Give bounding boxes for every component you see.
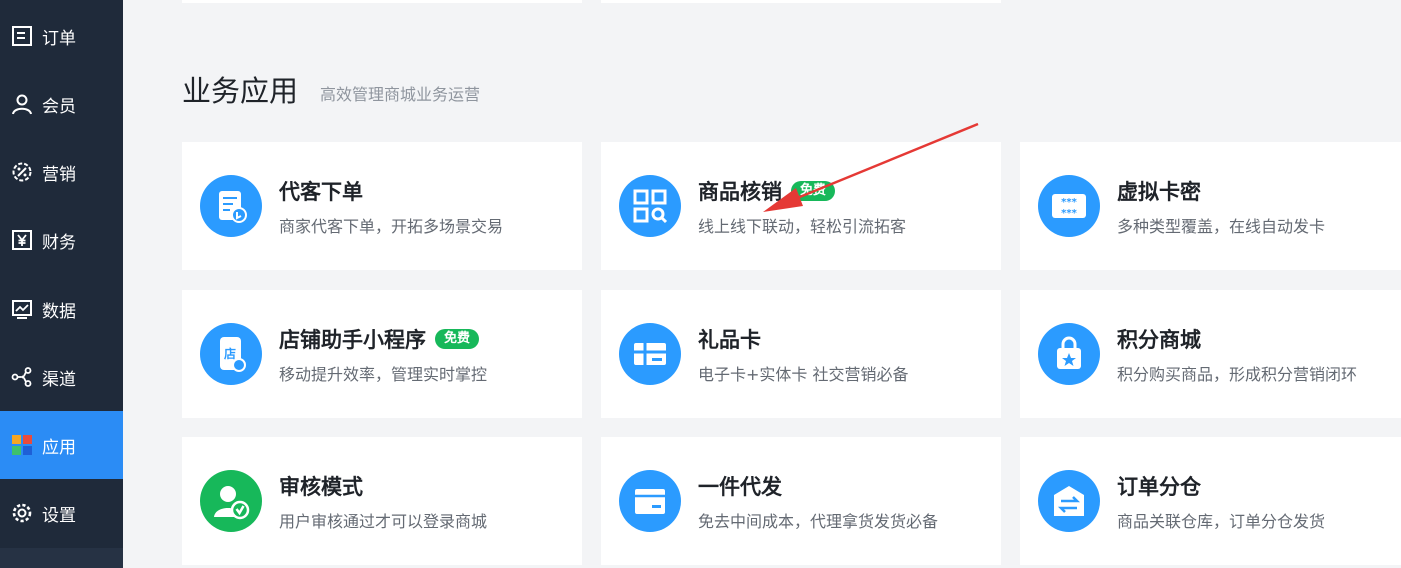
section-title: 业务应用 bbox=[182, 74, 299, 108]
qr-scan-icon bbox=[619, 175, 681, 237]
sidebar-item-label: 营销 bbox=[42, 164, 76, 185]
user-verify-icon bbox=[200, 470, 262, 532]
order-proxy-icon bbox=[200, 175, 262, 237]
sidebar-item-label: 订单 bbox=[42, 28, 76, 49]
app-description: 线上线下联动，轻松引流拓客 bbox=[698, 217, 907, 236]
gear-icon bbox=[11, 502, 33, 524]
dropship-box-icon bbox=[619, 470, 681, 532]
points-bag-icon bbox=[1038, 323, 1100, 385]
app-card-mini-program[interactable]: 店 店铺助手小程序 免费 移动提升效率，管理实时掌控 bbox=[182, 290, 582, 418]
sidebar-item-orders[interactable]: 订单 bbox=[0, 2, 123, 70]
sidebar-item-label: 会员 bbox=[42, 96, 76, 117]
app-title: 店铺助手小程序 免费 bbox=[279, 324, 480, 354]
app-description: 商品关联仓库，订单分仓发货 bbox=[1117, 512, 1326, 531]
app-card-points-mall[interactable]: 积分商城 积分购买商品，形成积分营销闭环 bbox=[1020, 290, 1401, 418]
gift-card-icon bbox=[619, 323, 681, 385]
app-description: 移动提升效率，管理实时掌控 bbox=[279, 365, 488, 384]
free-badge: 免费 bbox=[791, 181, 836, 201]
svg-text:***: *** bbox=[1061, 208, 1077, 219]
sidebar-item-marketing[interactable]: 营销 bbox=[0, 138, 123, 206]
virtual-card-icon: *** *** bbox=[1038, 175, 1100, 237]
app-description: 免去中间成本，代理拿货发货必备 bbox=[698, 512, 939, 531]
sidebar-item-label: 财务 bbox=[42, 232, 76, 253]
order-icon bbox=[11, 25, 33, 47]
app-title: 商品核销 免费 bbox=[698, 176, 836, 206]
yen-icon bbox=[11, 229, 33, 251]
app-card-warehouse-split[interactable]: 订单分仓 商品关联仓库，订单分仓发货 bbox=[1020, 437, 1401, 565]
chart-icon bbox=[11, 298, 33, 320]
app-card-order-proxy[interactable]: 代客下单 商家代客下单，开拓多场景交易 bbox=[182, 142, 582, 270]
sidebar-item-partial[interactable] bbox=[0, 548, 123, 568]
sidebar-item-label: 应用 bbox=[42, 437, 76, 458]
mini-program-icon: 店 bbox=[200, 323, 262, 385]
app-card-user-verify[interactable]: 审核模式 用户审核通过才可以登录商城 bbox=[182, 437, 582, 565]
sidebar-item-settings[interactable]: 设置 bbox=[0, 479, 123, 547]
app-title: 一件代发 bbox=[698, 475, 782, 499]
app-card-virtual-card[interactable]: *** *** 虚拟卡密 多种类型覆盖，在线自动发卡 bbox=[1020, 142, 1401, 270]
card-partial bbox=[182, 0, 582, 3]
app-description: 商家代客下单，开拓多场景交易 bbox=[279, 217, 504, 236]
warehouse-split-icon bbox=[1038, 470, 1100, 532]
app-description: 多种类型覆盖，在线自动发卡 bbox=[1117, 217, 1326, 236]
svg-text:店: 店 bbox=[224, 346, 236, 361]
app-title: 虚拟卡密 bbox=[1117, 180, 1201, 204]
free-badge: 免费 bbox=[435, 329, 480, 349]
app-description: 积分购买商品，形成积分营销闭环 bbox=[1117, 365, 1358, 384]
app-title: 订单分仓 bbox=[1117, 475, 1201, 499]
app-card-gift-card[interactable]: 礼品卡 电子卡+实体卡 社交营销必备 bbox=[601, 290, 1001, 418]
apps-icon bbox=[11, 434, 33, 456]
sidebar: 订单 会员 营销 财务 数据 渠道 应用 设置 bbox=[0, 0, 123, 568]
user-icon bbox=[11, 93, 33, 115]
app-title: 代客下单 bbox=[279, 180, 363, 204]
sidebar-item-label: 数据 bbox=[42, 301, 76, 322]
app-title: 礼品卡 bbox=[698, 328, 761, 352]
app-title: 积分商城 bbox=[1117, 328, 1201, 352]
app-description: 用户审核通过才可以登录商城 bbox=[279, 512, 488, 531]
sidebar-item-label: 设置 bbox=[42, 505, 76, 526]
svg-text:***: *** bbox=[1061, 197, 1077, 208]
share-icon bbox=[11, 366, 33, 388]
sidebar-item-data[interactable]: 数据 bbox=[0, 275, 123, 343]
app-card-dropship[interactable]: 一件代发 免去中间成本，代理拿货发货必备 bbox=[601, 437, 1001, 565]
app-card-qr-verify[interactable]: 商品核销 免费 线上线下联动，轻松引流拓客 bbox=[601, 142, 1001, 270]
card-partial bbox=[601, 0, 1001, 3]
sidebar-item-members[interactable]: 会员 bbox=[0, 70, 123, 138]
sidebar-item-apps[interactable]: 应用 bbox=[0, 411, 123, 479]
marketing-icon bbox=[11, 161, 33, 183]
app-title: 审核模式 bbox=[279, 475, 363, 499]
sidebar-item-channels[interactable]: 渠道 bbox=[0, 343, 123, 411]
sidebar-item-label: 渠道 bbox=[42, 369, 76, 390]
sidebar-item-finance[interactable]: 财务 bbox=[0, 206, 123, 274]
app-description: 电子卡+实体卡 社交营销必备 bbox=[698, 365, 909, 384]
section-subtitle: 高效管理商城业务运营 bbox=[320, 85, 481, 104]
